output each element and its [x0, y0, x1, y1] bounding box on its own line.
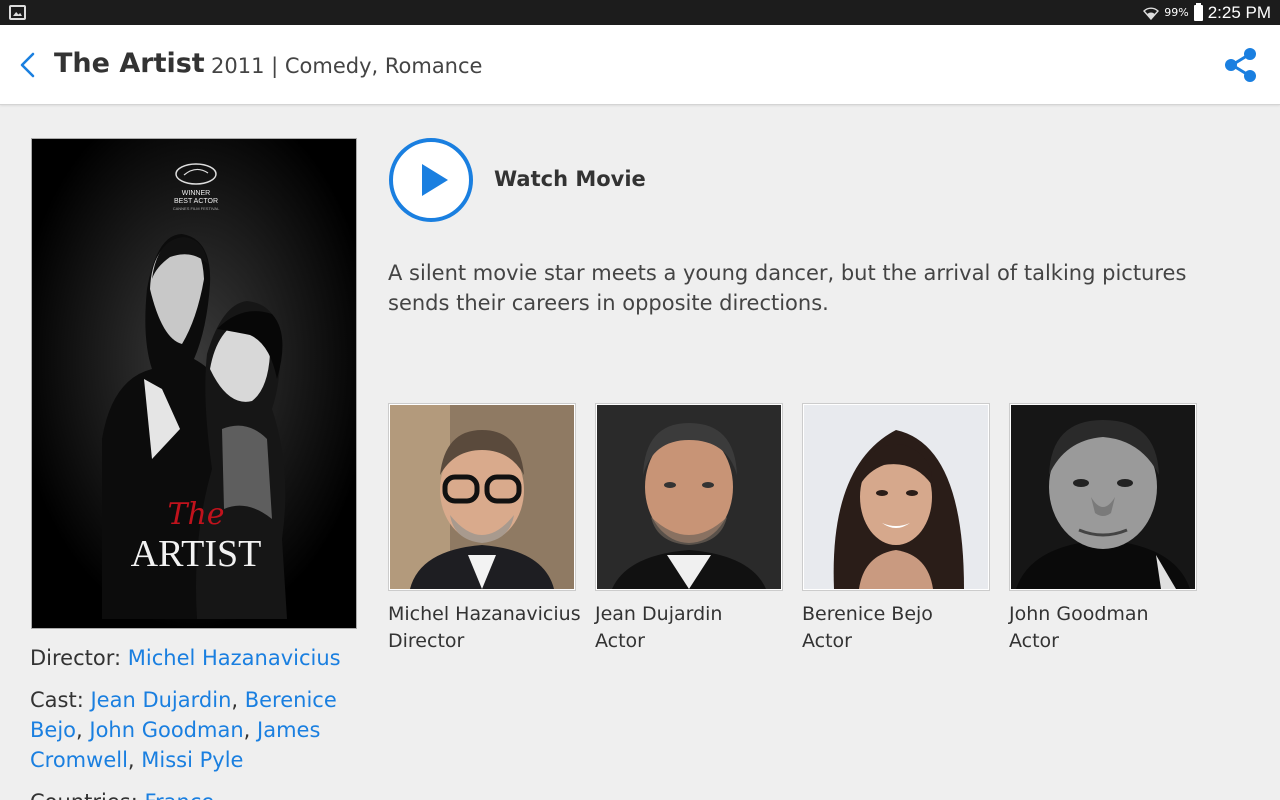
poster-badge-line-3: CANNES FILM FESTIVAL [173, 206, 220, 211]
app-header: The Artist 2011 | Comedy, Romance [0, 25, 1280, 105]
poster-title: ARTIST [131, 533, 262, 575]
watch-movie-label[interactable]: Watch Movie [494, 167, 646, 191]
person-name: John Goodman [1009, 603, 1149, 625]
person-role: Director [388, 630, 465, 652]
director-row: Director: Michel Hazanavicius [30, 643, 350, 673]
person-name: Jean Dujardin [595, 603, 723, 625]
poster-badge-line-2: BEST ACTOR [174, 198, 218, 205]
countries-label: Countries: [30, 790, 138, 800]
image-notification-icon [9, 5, 26, 20]
movie-poster: WINNER BEST ACTOR CANNES FILM FESTIVAL T… [31, 138, 357, 629]
person-card[interactable]: Jean Dujardin Actor [595, 403, 783, 655]
director-link[interactable]: Michel Hazanavicius [128, 646, 341, 670]
country-link[interactable]: France [144, 790, 214, 800]
person-photo [388, 403, 576, 591]
cast-label: Cast: [30, 688, 84, 712]
cast-link[interactable]: Missi Pyle [141, 748, 243, 772]
wifi-icon [1143, 6, 1160, 20]
chevron-left-icon [20, 52, 35, 78]
person-photo [1009, 403, 1197, 591]
share-button[interactable] [1222, 45, 1260, 85]
person-card[interactable]: Michel Hazanavicius Director [388, 403, 581, 655]
poster-badge-line-1: WINNER [182, 190, 210, 197]
person-photo [595, 403, 783, 591]
share-icon [1225, 48, 1256, 82]
cast-row: Cast: Jean Dujardin, Berenice Bejo, John… [30, 688, 337, 772]
person-card[interactable]: Berenice Bejo Actor [802, 403, 990, 655]
cast-link[interactable]: John Goodman [89, 718, 243, 742]
person-name: Berenice Bejo [802, 603, 933, 625]
cast-link[interactable]: Jean Dujardin [90, 688, 231, 712]
person-card[interactable]: John Goodman Actor [1009, 403, 1197, 655]
poster-title-script: The [167, 497, 224, 532]
page-title: The Artist [54, 48, 205, 79]
play-button[interactable] [388, 137, 474, 223]
movie-meta: 2011 | Comedy, Romance [211, 54, 483, 78]
director-label: Director: [30, 646, 122, 670]
synopsis: A silent movie star meets a young dancer… [388, 261, 1187, 315]
battery-icon [1193, 2, 1203, 21]
clock: 2:25 PM [1207, 2, 1271, 22]
back-button[interactable] [14, 49, 42, 81]
battery-percent: 99% [1164, 6, 1189, 19]
credits-panel: Director: Michel Hazanavicius Cast: Jean… [30, 643, 350, 800]
status-bar: 99% 2:25 PM [0, 0, 1280, 25]
countries-row: Countries: France [30, 787, 350, 800]
play-icon [389, 138, 473, 222]
person-role: Actor [1009, 630, 1059, 652]
person-role: Actor [595, 630, 645, 652]
person-photo [802, 403, 990, 591]
person-name: Michel Hazanavicius [388, 603, 581, 625]
person-role: Actor [802, 630, 852, 652]
